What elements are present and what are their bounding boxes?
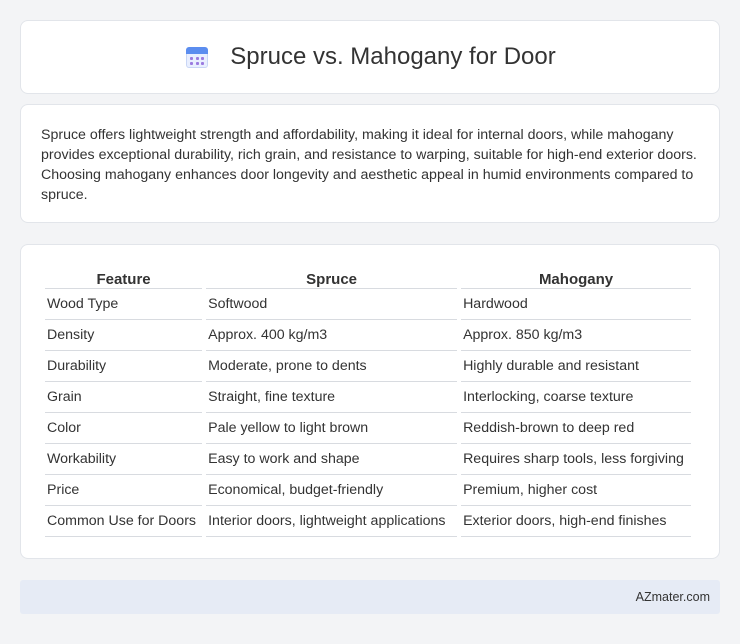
calendar-icon (184, 44, 210, 70)
table-row: Durability Moderate, prone to dents High… (45, 351, 691, 382)
feature-cell: Grain (45, 382, 203, 413)
page-title: Spruce vs. Mahogany for Door (230, 43, 556, 70)
table-row: Color Pale yellow to light brown Reddish… (45, 413, 691, 444)
mahogany-cell: Approx. 850 kg/m3 (461, 320, 691, 351)
spruce-cell: Moderate, prone to dents (206, 351, 458, 382)
title-card: Spruce vs. Mahogany for Door (20, 20, 720, 94)
header-spruce: Spruce (206, 267, 458, 289)
mahogany-cell: Highly durable and resistant (461, 351, 691, 382)
mahogany-cell: Interlocking, coarse texture (461, 382, 691, 413)
summary-text: Spruce offers lightweight strength and a… (41, 127, 697, 203)
table-row: Price Economical, budget-friendly Premiu… (45, 475, 691, 506)
summary-card: Spruce offers lightweight strength and a… (20, 104, 720, 223)
table-row: Wood Type Softwood Hardwood (45, 289, 691, 320)
mahogany-cell: Requires sharp tools, less forgiving (461, 444, 691, 475)
feature-cell: Wood Type (45, 289, 203, 320)
table-row: Grain Straight, fine texture Interlockin… (45, 382, 691, 413)
header-mahogany: Mahogany (461, 267, 691, 289)
spruce-cell: Economical, budget-friendly (206, 475, 458, 506)
header-feature: Feature (45, 267, 203, 289)
spruce-cell: Pale yellow to light brown (206, 413, 458, 444)
feature-cell: Price (45, 475, 203, 506)
feature-cell: Density (45, 320, 203, 351)
spruce-cell: Softwood (206, 289, 458, 320)
feature-cell: Color (45, 413, 203, 444)
title-wrap: Spruce vs. Mahogany for Door (184, 43, 556, 71)
feature-cell: Common Use for Doors (45, 506, 203, 537)
mahogany-cell: Hardwood (461, 289, 691, 320)
table-header-row: Feature Spruce Mahogany (45, 267, 691, 289)
footer: AZmater.com (20, 580, 720, 614)
comparison-table: Feature Spruce Mahogany Wood Type Softwo… (41, 267, 695, 537)
feature-cell: Durability (45, 351, 203, 382)
footer-site-link[interactable]: AZmater.com (636, 590, 710, 604)
feature-cell: Workability (45, 444, 203, 475)
table-row: Density Approx. 400 kg/m3 Approx. 850 kg… (45, 320, 691, 351)
spruce-cell: Straight, fine texture (206, 382, 458, 413)
mahogany-cell: Exterior doors, high-end finishes (461, 506, 691, 537)
mahogany-cell: Premium, higher cost (461, 475, 691, 506)
spruce-cell: Easy to work and shape (206, 444, 458, 475)
spruce-cell: Approx. 400 kg/m3 (206, 320, 458, 351)
mahogany-cell: Reddish-brown to deep red (461, 413, 691, 444)
comparison-table-card: Feature Spruce Mahogany Wood Type Softwo… (20, 244, 720, 559)
spruce-cell: Interior doors, lightweight applications (206, 506, 458, 537)
table-row: Workability Easy to work and shape Requi… (45, 444, 691, 475)
table-row: Common Use for Doors Interior doors, lig… (45, 506, 691, 537)
